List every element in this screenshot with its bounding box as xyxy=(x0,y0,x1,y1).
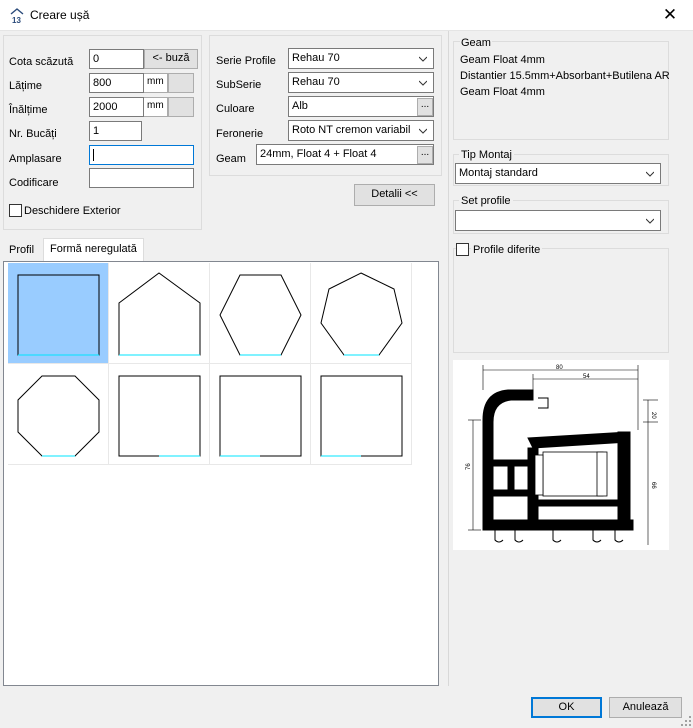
geam-value: 24mm, Float 4 + Float 4 xyxy=(260,148,377,160)
shapes-panel xyxy=(3,261,439,686)
chevron-down-icon xyxy=(646,171,654,177)
deschidere-checkbox[interactable] xyxy=(9,204,22,217)
title-bar: 13 Creare ușă ✕ xyxy=(0,0,693,31)
resize-grip-icon[interactable] xyxy=(681,716,691,726)
cota-input[interactable]: 0 xyxy=(89,49,144,69)
splitter xyxy=(448,31,449,686)
door-app-icon: 13 xyxy=(10,8,24,24)
codificare-input[interactable] xyxy=(89,168,194,188)
chevron-down-icon xyxy=(419,56,427,62)
square-shape-icon xyxy=(320,375,403,457)
montaj-value: Montaj standard xyxy=(459,167,538,179)
dim-80: 80 xyxy=(556,365,563,371)
geam-line-3: Geam Float 4mm xyxy=(460,86,545,98)
bucati-label: Nr. Bucăți xyxy=(9,128,57,140)
geam-field[interactable]: 24mm, Float 4 + Float 4 xyxy=(256,144,434,165)
ok-button[interactable]: OK xyxy=(531,697,602,718)
close-button[interactable]: ✕ xyxy=(647,0,693,31)
pentagon-shape-icon xyxy=(118,272,201,356)
codificare-label: Codificare xyxy=(9,177,59,189)
detalii-button[interactable]: Detalii << xyxy=(354,184,435,206)
serie-value: Rehau 70 xyxy=(292,52,340,64)
dim-54: 54 xyxy=(583,374,590,380)
culoare-label: Culoare xyxy=(216,103,255,115)
rectangle-shape-icon xyxy=(17,274,100,356)
profile-drawing: 80 54 20 76 66 xyxy=(453,360,669,550)
chevron-down-icon xyxy=(419,80,427,86)
geam-info-title: Geam xyxy=(460,37,492,49)
set-profile-select[interactable] xyxy=(455,210,661,231)
dim-66: 66 xyxy=(650,482,656,489)
cancel-button[interactable]: Anulează xyxy=(609,697,682,718)
serie-label: Serie Profile xyxy=(216,55,276,67)
profile-diferite-checkbox[interactable] xyxy=(456,243,469,256)
latime-input[interactable]: 800 xyxy=(89,73,144,93)
deschidere-label: Deschidere Exterior xyxy=(24,205,121,217)
geam-label: Geam xyxy=(216,153,246,165)
serie-select[interactable]: Rehau 70 xyxy=(288,48,434,69)
shape-heptagon[interactable] xyxy=(311,263,412,364)
shape-square-3[interactable] xyxy=(311,364,412,465)
shape-square-1[interactable] xyxy=(109,364,210,465)
inaltime-unit: mm xyxy=(144,97,168,117)
feronerie-label: Feronerie xyxy=(216,128,264,140)
tab-forma-neregulata[interactable]: Formă neregulată xyxy=(43,238,144,262)
subserie-label: SubSerie xyxy=(216,79,262,91)
inaltime-input[interactable]: 2000 xyxy=(89,97,144,117)
shape-square-2[interactable] xyxy=(210,364,311,465)
shape-pentagon[interactable] xyxy=(109,263,210,364)
amplasare-input[interactable] xyxy=(89,145,194,165)
chevron-down-icon xyxy=(419,128,427,134)
feronerie-select[interactable]: Roto NT cremon variabil xyxy=(288,120,434,141)
window-title: Creare ușă xyxy=(30,8,90,22)
latime-label: Lățime xyxy=(9,80,43,92)
subserie-value: Rehau 70 xyxy=(292,76,340,88)
latime-extra-button[interactable] xyxy=(168,73,194,93)
montaj-title: Tip Montaj xyxy=(459,149,514,161)
inaltime-extra-button[interactable] xyxy=(168,97,194,117)
latime-unit: mm xyxy=(144,73,168,93)
montaj-select[interactable]: Montaj standard xyxy=(455,163,661,184)
hexagon-shape-icon xyxy=(219,274,302,356)
square-shape-icon xyxy=(219,375,302,457)
profile-diferite-group xyxy=(453,248,669,353)
square-shape-icon xyxy=(118,375,201,457)
subserie-select[interactable]: Rehau 70 xyxy=(288,72,434,93)
geam-line-2: Distantier 15.5mm+Absorbant+Butilena AR xyxy=(460,70,669,82)
geam-browse-button[interactable]: ... xyxy=(417,146,433,164)
tab-profil[interactable]: Profil xyxy=(3,240,40,262)
shape-octagon[interactable] xyxy=(8,364,109,465)
amplasare-label: Amplasare xyxy=(9,153,62,165)
chevron-down-icon xyxy=(646,218,654,224)
dim-20: 20 xyxy=(650,412,656,419)
bucati-input[interactable]: 1 xyxy=(89,121,142,141)
close-icon: ✕ xyxy=(662,5,678,24)
text-cursor xyxy=(93,149,94,161)
svg-text:13: 13 xyxy=(12,16,21,24)
set-profile-title: Set profile xyxy=(459,195,513,207)
culoare-browse-button[interactable]: ... xyxy=(417,98,433,116)
feronerie-value: Roto NT cremon variabil xyxy=(292,124,411,136)
cota-label: Cota scăzută xyxy=(9,56,74,68)
buza-button[interactable]: <- buză xyxy=(144,49,198,69)
profile-section-drawing: 80 54 20 76 66 xyxy=(466,365,658,545)
culoare-field[interactable]: Alb xyxy=(288,96,434,117)
profile-diferite-label: Profile diferite xyxy=(471,244,543,256)
dim-76: 76 xyxy=(466,463,472,470)
shape-hexagon[interactable] xyxy=(210,263,311,364)
geam-line-1: Geam Float 4mm xyxy=(460,54,545,66)
shape-rectangle[interactable] xyxy=(8,263,109,364)
culoare-value: Alb xyxy=(292,100,308,112)
inaltime-label: Înălțime xyxy=(9,104,48,116)
octagon-shape-icon xyxy=(17,375,100,457)
heptagon-shape-icon xyxy=(320,272,403,356)
